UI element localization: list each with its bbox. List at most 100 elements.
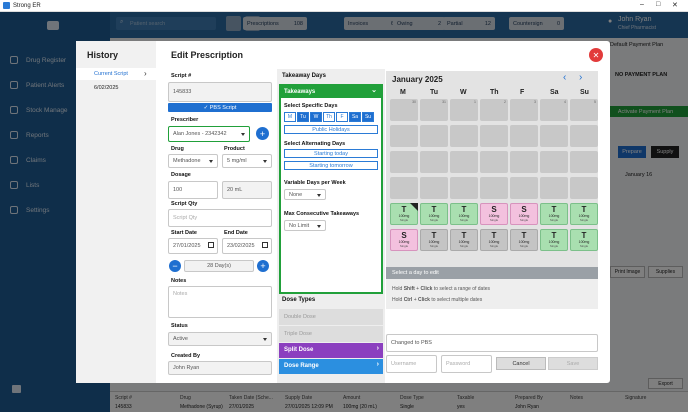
takeaway-marker: T [551,205,557,214]
day-toggle-w[interactable]: W [310,112,322,122]
double-dose-option[interactable]: Double Dose [279,309,383,325]
notes-textarea[interactable]: Notes [168,286,272,318]
day-toggle-sa[interactable]: Sa [349,112,361,122]
dose-day-grey[interactable]: T 100mg Single [420,229,448,251]
change-note-input[interactable]: Changed to PBS [386,334,598,352]
script-number-field[interactable]: 145833 [168,82,272,102]
calendar-day[interactable]: 4 [540,99,568,121]
pbs-label: PBS Script [209,104,237,111]
history-item-date[interactable]: 6/02/2025 [94,85,118,91]
calendar-day[interactable]: 30 [390,99,418,121]
day-toggle-f[interactable]: F [336,112,348,122]
calendar-day[interactable] [570,151,598,173]
calendar-day[interactable] [570,177,598,199]
calendar-day[interactable] [420,177,448,199]
day-toggle-su[interactable]: Su [362,112,374,122]
calendar-day[interactable] [570,125,598,147]
start-date-input[interactable]: 27/01/2025 [168,238,218,254]
calendar-day[interactable]: 31 [420,99,448,121]
status-select[interactable]: Active [168,332,272,346]
calendar-day[interactable] [450,151,478,173]
history-item-label: Current Script [94,71,128,77]
dose-day-green[interactable]: T 100mg Single [570,229,598,251]
calendar-icon[interactable] [262,242,268,248]
prescriber-value: Alan Jones - 2342342 [173,131,227,137]
pbs-script-toggle[interactable]: ✓ PBS Script [168,103,272,112]
dose-day-green[interactable]: T 100mg Single [540,229,568,251]
script-qty-input[interactable]: Script Qty [168,209,272,227]
history-item-current[interactable]: Current Script › [76,68,156,80]
dose-range-option[interactable]: Dose Range › [279,359,383,374]
drug-select[interactable]: Methadone [168,154,218,168]
prescriber-select[interactable]: Alan Jones - 2342342 [168,126,250,142]
triple-dose-option[interactable]: Triple Dose [279,326,383,342]
calendar-day[interactable]: 1 [450,99,478,121]
save-button[interactable]: Save [548,357,598,370]
takeaways-header[interactable]: Takeaways ⌄ [281,86,381,98]
day-number: 5 [594,100,596,104]
calendar-day[interactable] [480,151,508,173]
calendar-day[interactable] [390,177,418,199]
username-input[interactable]: Username [386,355,437,373]
calendar-day[interactable] [540,125,568,147]
split-dose-option[interactable]: Split Dose › [279,343,383,358]
calendar-day[interactable] [390,125,418,147]
public-holidays-button[interactable]: Public Holidays [284,125,378,134]
weekday-header: Sa [550,89,559,96]
dose-day-grey[interactable]: T 100mg Single [510,229,538,251]
increase-days-button[interactable]: + [257,260,269,272]
calendar-day[interactable] [480,125,508,147]
dose-day-pink[interactable]: S 100mg Single [510,203,538,225]
calendar-day[interactable] [510,151,538,173]
dose-day-pink[interactable]: S 100mg Single [480,203,508,225]
dose-day-grey[interactable]: T 100mg Single [480,229,508,251]
dose-day-green[interactable]: T 100mg Single [420,203,448,225]
end-date-input[interactable]: 23/02/2025 [222,238,272,254]
close-window-icon[interactable]: ✕ [672,1,678,9]
calendar-day[interactable] [390,151,418,173]
minimize-icon[interactable]: – [640,1,644,8]
variable-days-select[interactable]: None [284,189,326,200]
starting-tomorrow-button[interactable]: Starting tomorrow [284,161,378,170]
decrease-days-button[interactable]: − [169,260,181,272]
chevron-right-icon: › [144,69,147,78]
day-toggle-m[interactable]: M [284,112,296,122]
calendar-day[interactable]: 3 [510,99,538,121]
dose-day-green[interactable]: T 100mg Single [540,203,568,225]
calendar-day[interactable] [540,151,568,173]
close-modal-button[interactable]: ✕ [589,48,603,62]
calendar-day[interactable] [480,177,508,199]
day-toggle-tu[interactable]: Tu [297,112,309,122]
max-consecutive-select[interactable]: No Limit [284,220,326,231]
dosage-input[interactable]: 100 [168,181,218,199]
dose-day-green[interactable]: T 100mg Single [570,203,598,225]
product-select[interactable]: 5 mg/ml [222,154,272,168]
dose-day-green[interactable]: T 100mg Single [450,203,478,225]
add-prescriber-button[interactable]: + [256,127,269,140]
weekday-header: M [400,89,406,96]
created-by-label: Created By [171,353,201,359]
prev-month-icon[interactable]: ‹ [563,72,566,83]
calendar-day[interactable] [420,151,448,173]
calendar-day[interactable] [510,125,538,147]
calendar-day[interactable]: 2 [480,99,508,121]
dose-day-pink[interactable]: S 100mg Single [390,229,418,251]
specific-days-label: Select Specific Days [284,103,338,109]
calendar-day[interactable] [420,125,448,147]
dose-day-grey[interactable]: T 100mg Single [450,229,478,251]
script-qty-label: Script Qty [171,201,198,207]
calendar-day[interactable]: 5 [570,99,598,121]
calendar-icon[interactable] [208,242,214,248]
maximize-icon[interactable]: □ [656,1,660,8]
password-input[interactable]: Password [441,355,492,373]
calendar-day[interactable] [510,177,538,199]
calendar-day[interactable] [450,177,478,199]
calendar-day[interactable] [540,177,568,199]
starting-today-button[interactable]: Starting today [284,149,378,158]
calendar-day[interactable] [450,125,478,147]
day-toggle-th[interactable]: Th [323,112,335,122]
cancel-button[interactable]: Cancel [496,357,546,370]
caret-icon [263,338,267,341]
next-month-icon[interactable]: › [579,72,582,83]
caret-icon [209,160,213,163]
